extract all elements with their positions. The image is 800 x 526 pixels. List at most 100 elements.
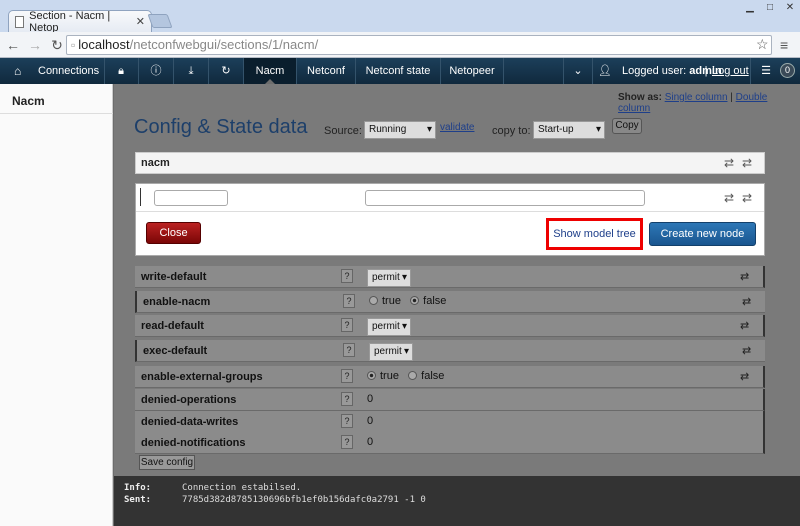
- maximize-icon[interactable]: □: [762, 2, 778, 14]
- new-tab-button[interactable]: [147, 14, 173, 28]
- tree-node-icon[interactable]: ⇄: [740, 270, 749, 283]
- reload-icon[interactable]: ↻: [48, 36, 66, 54]
- bookmark-star-icon[interactable]: ☆: [756, 36, 769, 53]
- url-host: localhost: [78, 37, 130, 52]
- url-input[interactable]: ▫ localhost/netconfwebgui/sections/1/nacm…: [66, 35, 772, 55]
- chevron-down-icon[interactable]: ⌄: [564, 58, 592, 84]
- close-tab-icon[interactable]: ✕: [136, 15, 145, 28]
- value-select[interactable]: permit: [369, 343, 413, 361]
- info-icon[interactable]: ⓘ: [139, 58, 173, 84]
- row-name: denied-operations: [141, 394, 237, 406]
- help-icon[interactable]: ?: [341, 318, 353, 332]
- section-title: nacm: [141, 157, 170, 169]
- sidebar-item-nacm[interactable]: Nacm: [0, 84, 113, 114]
- row-name: denied-notifications: [141, 437, 246, 449]
- forward-icon[interactable]: →: [26, 36, 44, 54]
- row-name: exec-default: [143, 345, 208, 357]
- app-navbar: ⌂ Connections 🔒︎ ⓘ ⤓ ↻ Nacm Netconf Netc…: [0, 58, 800, 85]
- table-row: denied-operations ? 0: [135, 389, 765, 411]
- help-icon[interactable]: ?: [343, 343, 355, 357]
- divider: [136, 211, 764, 212]
- row-name: read-default: [141, 320, 204, 332]
- radio-false[interactable]: [410, 296, 420, 305]
- browser-chrome: Section - Nacm | Netop ✕ ▁ □ ✕ ← → ↻ ▫ lo…: [0, 0, 800, 58]
- tree-node-icon[interactable]: ⇄: [742, 295, 751, 308]
- row-value: permit: [372, 272, 400, 283]
- status-console: Info: Connection estabilsed. Sent: 7785d38…: [114, 476, 800, 526]
- source-select[interactable]: Running: [364, 121, 436, 139]
- radio-true[interactable]: [369, 296, 378, 305]
- row-name: enable-external-groups: [141, 371, 263, 383]
- source-value: Running: [369, 124, 407, 135]
- download-icon[interactable]: ⤓: [174, 58, 208, 84]
- list-icon[interactable]: ☰: [756, 58, 776, 84]
- tab-netopeer[interactable]: Netopeer: [441, 58, 503, 84]
- menu-icon[interactable]: ≡: [780, 37, 788, 53]
- tab-label: Netopeer: [449, 65, 495, 77]
- node-value-input[interactable]: [365, 190, 645, 206]
- remove-child-icon[interactable]: ⇄: [742, 191, 752, 205]
- logout-label: Log out: [712, 65, 749, 77]
- tree-node-icon[interactable]: ⇄: [740, 370, 749, 383]
- node-name-input[interactable]: [154, 190, 228, 206]
- value-select[interactable]: permit: [367, 269, 411, 287]
- single-column-link[interactable]: Single column: [665, 92, 728, 103]
- help-icon[interactable]: ?: [341, 369, 353, 383]
- refresh-icon[interactable]: ↻: [209, 58, 243, 84]
- validate-link[interactable]: validate: [440, 122, 474, 133]
- table-row: denied-data-writes ? 0: [135, 411, 765, 433]
- browser-tab[interactable]: Section - Nacm | Netop ✕: [8, 10, 152, 34]
- help-icon[interactable]: ?: [341, 435, 353, 449]
- tree-node-icon[interactable]: ⇄: [740, 319, 749, 332]
- address-row: ← → ↻ ▫ localhost/netconfwebgui/sections/…: [0, 32, 800, 58]
- copy-to-select[interactable]: Start-up: [533, 121, 605, 139]
- home-icon: ⌂: [14, 64, 22, 78]
- copy-to-label: copy to:: [492, 125, 531, 137]
- create-new-node-button[interactable]: Create new node: [649, 222, 756, 246]
- connections-label: Connections: [38, 65, 100, 77]
- page-icon: ▫: [71, 38, 76, 52]
- lock-icon[interactable]: 🔒︎: [105, 58, 137, 84]
- row-value: 0: [367, 393, 374, 405]
- help-icon[interactable]: ?: [341, 269, 353, 283]
- tab-netconf-state[interactable]: Netconf state: [356, 58, 440, 84]
- tab-label: Nacm: [255, 65, 285, 77]
- tab-label: Netconf state: [365, 65, 431, 77]
- back-icon[interactable]: ←: [4, 36, 22, 54]
- remove-child-icon[interactable]: ⇄: [742, 156, 752, 170]
- close-window-icon[interactable]: ✕: [782, 2, 798, 14]
- connections-link[interactable]: ⌂ Connections: [0, 58, 104, 84]
- sent-text: 7785d382d8785130696bfb1ef0b156dafc0a2791…: [182, 495, 426, 505]
- save-config-button[interactable]: Save config: [139, 455, 195, 470]
- info-text: Connection estabilsed.: [182, 483, 302, 493]
- row-value: permit: [374, 346, 402, 357]
- new-node-dialog: ⇄ ⇄ Close Show model tree Create new nod…: [135, 183, 765, 256]
- page-icon: [15, 15, 25, 28]
- add-child-icon[interactable]: ⇄: [724, 156, 734, 170]
- sent-label: Sent:: [124, 495, 152, 505]
- help-icon[interactable]: ?: [341, 414, 353, 428]
- url-path: /netconfwebgui/sections/1/nacm/: [129, 37, 319, 52]
- radio-false[interactable]: [408, 371, 418, 380]
- source-label: Source:: [324, 125, 362, 137]
- tab-nacm[interactable]: Nacm: [244, 58, 296, 85]
- tab-netconf[interactable]: Netconf: [297, 58, 355, 84]
- sidebar-item-label: Nacm: [12, 94, 45, 108]
- table-row: enable-external-groups ? true false ⇄: [135, 366, 765, 388]
- value-select[interactable]: permit: [367, 318, 411, 336]
- copy-button[interactable]: Copy: [612, 118, 642, 134]
- show-model-tree-button[interactable]: Show model tree: [546, 218, 643, 250]
- table-row: exec-default ? permit ⇄: [135, 340, 765, 362]
- row-name: write-default: [141, 271, 207, 283]
- logout-link[interactable]: Log out: [712, 58, 749, 84]
- radio-true[interactable]: [367, 371, 376, 380]
- help-icon[interactable]: ?: [343, 294, 355, 308]
- page-title: Config & State data: [134, 116, 308, 138]
- help-icon[interactable]: ?: [341, 392, 353, 406]
- minimize-icon[interactable]: ▁: [742, 2, 758, 14]
- tree-node-icon[interactable]: ⇄: [742, 344, 751, 357]
- notification-badge[interactable]: 0: [780, 63, 795, 78]
- section-header: nacm ⇄ ⇄: [135, 152, 765, 174]
- close-button[interactable]: Close: [146, 222, 201, 244]
- add-child-icon[interactable]: ⇄: [724, 191, 734, 205]
